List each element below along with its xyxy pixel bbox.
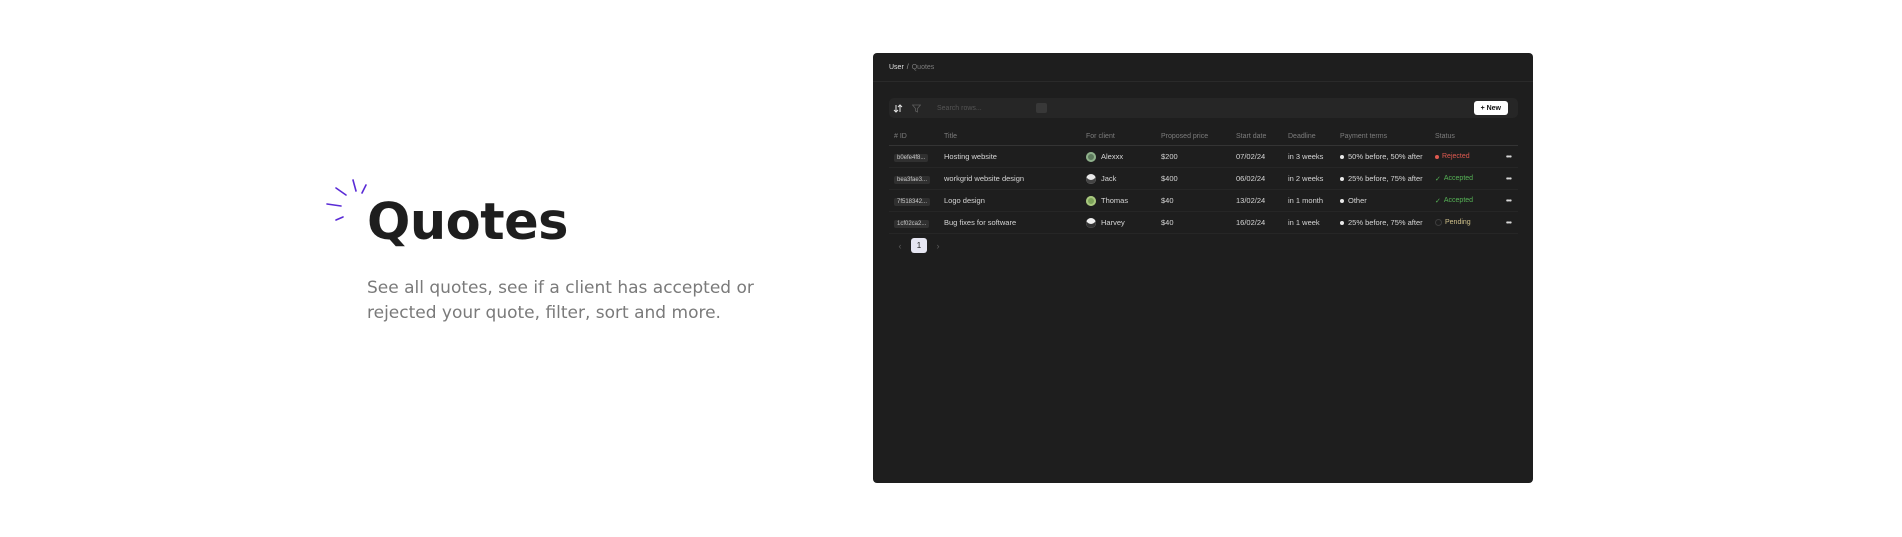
- table-row[interactable]: 7f518342... Logo design Thomas $40 13/02…: [889, 189, 1518, 212]
- quote-id[interactable]: bea3fae3...: [894, 175, 931, 184]
- payment-terms: Other: [1340, 196, 1430, 205]
- page-title: Quotes: [367, 193, 569, 252]
- check-icon: ✓: [1435, 175, 1441, 183]
- deadline: in 3 weeks: [1283, 145, 1335, 168]
- search-placeholder: Search rows...: [937, 104, 982, 112]
- sort-button[interactable]: [889, 98, 907, 118]
- client-cell: Alexxx: [1086, 151, 1156, 162]
- more-icon[interactable]: •••: [1494, 145, 1518, 168]
- terms-dot-icon: [1340, 154, 1344, 159]
- status-badge: Rejected: [1435, 153, 1494, 160]
- chevron-right-icon[interactable]: ›: [933, 241, 943, 251]
- start-date: 16/02/24: [1231, 211, 1283, 234]
- status-badge: ✓ Accepted: [1435, 175, 1494, 183]
- status-badge: ✓ Accepted: [1435, 197, 1494, 205]
- column-header-client[interactable]: For client: [1081, 127, 1156, 146]
- proposed-price: $40: [1156, 189, 1231, 212]
- quote-id[interactable]: 7f518342...: [894, 197, 931, 206]
- table-row[interactable]: bea3fae3... workgrid website design Jack…: [889, 167, 1518, 190]
- breadcrumb: User / Quotes: [873, 53, 1533, 82]
- table-toolbar: Search rows... + New: [889, 98, 1518, 118]
- deadline: in 2 weeks: [1283, 167, 1335, 190]
- client-name: Alexxx: [1101, 152, 1124, 161]
- proposed-price: $400: [1156, 167, 1231, 190]
- client-name: Jack: [1101, 174, 1117, 183]
- new-quote-button[interactable]: + New: [1473, 101, 1508, 115]
- terms-dot-icon: [1340, 220, 1344, 225]
- quote-title: workgrid website design: [939, 167, 1081, 190]
- proposed-price: $40: [1156, 211, 1231, 234]
- status-badge: Pending: [1435, 219, 1494, 226]
- client-cell: Thomas: [1086, 195, 1156, 206]
- chevron-left-icon[interactable]: ‹: [895, 241, 905, 251]
- terms-dot-icon: [1340, 198, 1344, 203]
- column-header-deadline[interactable]: Deadline: [1283, 127, 1335, 146]
- column-header-actions: [1494, 127, 1518, 146]
- status-label: Accepted: [1443, 175, 1474, 182]
- breadcrumb-root[interactable]: User: [889, 64, 904, 71]
- quote-title: Bug fixes for software: [939, 211, 1081, 234]
- pending-icon: [1435, 219, 1442, 226]
- sparkle-icon: [326, 179, 367, 221]
- quote-title: Logo design: [939, 189, 1081, 212]
- quotes-table: # ID Title For client Proposed price Sta…: [889, 127, 1518, 234]
- table-header-row: # ID Title For client Proposed price Sta…: [889, 127, 1518, 146]
- quote-id[interactable]: 1cf02ca2...: [894, 219, 930, 228]
- filter-icon: [911, 104, 921, 113]
- payment-terms: 50% before, 50% after: [1340, 152, 1430, 161]
- deadline: in 1 month: [1283, 189, 1335, 212]
- payment-terms: 25% before, 75% after: [1340, 174, 1430, 183]
- payment-terms-label: 50% before, 50% after: [1348, 152, 1423, 161]
- client-cell: Jack: [1086, 173, 1156, 184]
- pagination: ‹ 1 ›: [895, 238, 943, 253]
- status-label: Pending: [1445, 219, 1471, 226]
- table-row[interactable]: 1cf02ca2... Bug fixes for software Harve…: [889, 211, 1518, 234]
- column-header-payment-terms[interactable]: Payment terms: [1335, 127, 1430, 146]
- status-label: Rejected: [1442, 153, 1470, 160]
- column-header-price[interactable]: Proposed price: [1156, 127, 1231, 146]
- client-cell: Harvey: [1086, 217, 1156, 228]
- more-icon[interactable]: •••: [1494, 167, 1518, 190]
- page-description: See all quotes, see if a client has acce…: [367, 278, 754, 323]
- payment-terms-label: 25% before, 75% after: [1348, 218, 1423, 227]
- deadline: in 1 week: [1283, 211, 1335, 234]
- start-date: 07/02/24: [1231, 145, 1283, 168]
- column-header-start-date[interactable]: Start date: [1231, 127, 1283, 146]
- breadcrumb-current: Quotes: [911, 63, 935, 71]
- avatar: [1086, 217, 1096, 228]
- column-header-title[interactable]: Title: [939, 127, 1081, 146]
- more-icon[interactable]: •••: [1494, 211, 1518, 234]
- table-row[interactable]: b0efe4f8... Hosting website Alexxx $200 …: [889, 145, 1518, 168]
- keyboard-shortcut-icon: [1036, 103, 1047, 113]
- check-icon: ✓: [1435, 197, 1441, 205]
- filter-button[interactable]: [907, 98, 925, 118]
- proposed-price: $200: [1156, 145, 1231, 168]
- payment-terms-label: 25% before, 75% after: [1348, 174, 1423, 183]
- more-icon[interactable]: •••: [1494, 189, 1518, 212]
- breadcrumb-separator: /: [906, 63, 909, 71]
- rejected-dot-icon: [1435, 154, 1439, 159]
- start-date: 13/02/24: [1231, 189, 1283, 212]
- quote-title: Hosting website: [939, 145, 1081, 168]
- sort-icon: [893, 103, 903, 113]
- client-name: Thomas: [1101, 196, 1129, 205]
- column-header-status[interactable]: Status: [1430, 127, 1494, 146]
- status-label: Accepted: [1443, 197, 1474, 204]
- payment-terms: 25% before, 75% after: [1340, 218, 1430, 227]
- search-input[interactable]: Search rows...: [937, 101, 1047, 115]
- page-number-current[interactable]: 1: [911, 238, 927, 253]
- column-header-id[interactable]: # ID: [889, 127, 939, 146]
- avatar: [1086, 151, 1096, 162]
- start-date: 06/02/24: [1231, 167, 1283, 190]
- client-name: Harvey: [1101, 218, 1125, 227]
- avatar: [1086, 173, 1096, 184]
- avatar: [1086, 195, 1096, 206]
- payment-terms-label: Other: [1348, 196, 1367, 205]
- quote-id[interactable]: b0efe4f8...: [894, 153, 929, 162]
- app-window: User / Quotes Search rows... + New # ID: [873, 53, 1533, 483]
- terms-dot-icon: [1340, 176, 1344, 181]
